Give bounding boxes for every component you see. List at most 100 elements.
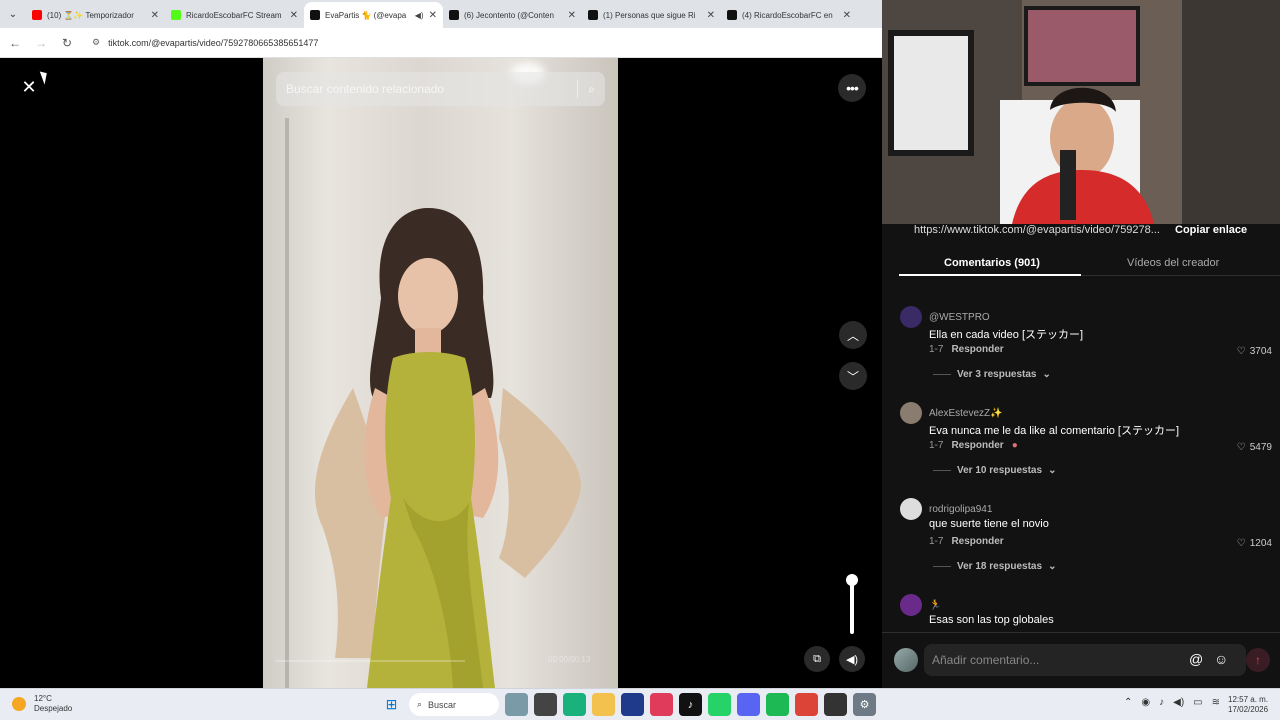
comment-text: Eva nunca me le da like al comentario [ス…: [929, 425, 1180, 437]
browser-tab[interactable]: (6) Jecontento (@Conten ✕: [443, 2, 582, 28]
browser-tab[interactable]: (4) RicardoEscobarFC en ✕: [721, 2, 857, 28]
settings-gear-icon[interactable]: ⚙: [853, 693, 876, 716]
browser-tab[interactable]: (1) Personas que sigue Ri ✕: [582, 2, 721, 28]
comment-list[interactable]: @WESTPRO Ella en cada video [ステッカー] 1-7 …: [882, 294, 1280, 632]
video-player[interactable]: [263, 58, 618, 688]
widgets-icon[interactable]: [505, 693, 528, 716]
display-icon[interactable]: ▭: [1193, 697, 1202, 708]
tiktok-icon: [310, 10, 320, 20]
tab-close-icon[interactable]: ✕: [568, 10, 576, 21]
emoji-icon[interactable]: ☺: [1214, 651, 1228, 667]
comment-username[interactable]: rodrigolipa941: [929, 504, 992, 515]
comment-username[interactable]: AlexEstevezZ✨: [929, 408, 1003, 419]
taskbar-search[interactable]: ⌕ Buscar: [409, 693, 499, 716]
avatar[interactable]: [894, 648, 918, 672]
view-replies-button[interactable]: Ver 18 respuestas ⌄: [933, 561, 1056, 572]
wifi-icon[interactable]: ≋: [1212, 697, 1220, 708]
comment-input-row: Añadir comentario... @ ☺ ↑: [882, 632, 1280, 688]
chevron-up-icon[interactable]: ⌃: [1124, 697, 1132, 708]
comment-date: 1-7: [929, 536, 944, 547]
like-button[interactable]: ♡ 1204: [1237, 538, 1272, 549]
next-video-chevron-down-icon[interactable]: ﹀: [839, 362, 867, 390]
site-info-icon[interactable]: ⚙: [92, 37, 100, 48]
volume-slider[interactable]: [846, 574, 858, 634]
copy-link-button[interactable]: Copiar enlace: [1175, 224, 1247, 236]
network-icon[interactable]: ◉: [1141, 697, 1150, 708]
more-options-icon[interactable]: •••: [838, 74, 866, 102]
reload-icon[interactable]: ↻: [58, 34, 76, 52]
like-button[interactable]: ♡ 3704: [1237, 346, 1272, 357]
video-link[interactable]: https://www.tiktok.com/@evapartis/video/…: [914, 224, 1164, 236]
view-replies-label: Ver 18 respuestas: [957, 561, 1043, 572]
panel-tabs: Comentarios (901) Vídeos del creador: [899, 250, 1280, 276]
heart-icon: ♡: [1236, 442, 1246, 453]
volume-knob[interactable]: [846, 574, 858, 586]
search-icon[interactable]: ⌕: [588, 82, 595, 97]
windows-start-icon[interactable]: ⊞: [380, 693, 403, 716]
mention-icon[interactable]: @: [1189, 651, 1203, 667]
browser-tab-active[interactable]: EvaPartis 🐈 (@evapa ◀) ✕: [304, 2, 443, 28]
taskbar-icons: ⊞ ⌕ Buscar ♪ ⚙: [380, 693, 876, 716]
comment-input[interactable]: Añadir comentario... @ ☺: [924, 644, 1246, 676]
avatar[interactable]: [900, 498, 922, 520]
view-replies-button[interactable]: Ver 10 respuestas ⌄: [933, 465, 1056, 476]
tab-creator-videos[interactable]: Vídeos del creador: [1127, 257, 1219, 269]
avatar[interactable]: [900, 402, 922, 424]
taskbar-clock[interactable]: 12:57 a. m. 17/02/2026: [1228, 695, 1268, 715]
speaker-icon[interactable]: ◀): [839, 646, 865, 672]
webcam-image: [882, 0, 1280, 224]
chrome-icon[interactable]: [795, 693, 818, 716]
tab-title: RicardoEscobarFC Stream: [186, 10, 282, 20]
tab-audio-icon[interactable]: ◀): [415, 11, 424, 20]
tab-close-icon[interactable]: ✕: [707, 10, 715, 21]
chevron-down-icon: ⌄: [1048, 465, 1057, 476]
whatsapp-icon[interactable]: [708, 693, 731, 716]
send-arrow-icon[interactable]: ↑: [1246, 648, 1270, 672]
avatar[interactable]: [900, 306, 922, 328]
tab-close-icon[interactable]: ✕: [151, 10, 159, 21]
tab-comments[interactable]: Comentarios (901): [944, 257, 1040, 269]
file-explorer-icon[interactable]: [592, 693, 615, 716]
forward-arrow-icon[interactable]: →: [32, 34, 50, 52]
url-text: tiktok.com/@evapartis/video/759278066538…: [108, 37, 319, 48]
back-arrow-icon[interactable]: ←: [6, 34, 24, 52]
app-icon[interactable]: [824, 693, 847, 716]
microphone-icon[interactable]: ♪: [1159, 697, 1164, 708]
browser-tab[interactable]: (10) ⏳✨ Temporizador ✕: [26, 2, 165, 28]
reply-button[interactable]: Responder: [951, 536, 1003, 547]
tab-search-chevron-icon[interactable]: ⌄: [0, 0, 26, 28]
related-content-search-input[interactable]: Buscar contenido relacionado ⌕: [276, 72, 605, 106]
weather-text: 12°C Despejado: [34, 694, 72, 714]
close-icon[interactable]: ✕: [17, 75, 41, 99]
spotify-icon[interactable]: [766, 693, 789, 716]
weather-widget[interactable]: 12°C Despejado: [12, 694, 72, 714]
comment-username[interactable]: 🏃: [929, 600, 941, 611]
discord-icon[interactable]: [737, 693, 760, 716]
tab-close-icon[interactable]: ✕: [290, 10, 298, 21]
avatar[interactable]: [900, 594, 922, 616]
like-button[interactable]: ♡ 5479: [1237, 442, 1272, 453]
comments-panel: https://www.tiktok.com/@evapartis/video/…: [882, 224, 1280, 688]
tiktok-icon[interactable]: ♪: [679, 693, 702, 716]
task-view-icon[interactable]: [534, 693, 557, 716]
address-bar[interactable]: ⚙ tiktok.com/@evapartis/video/7592780665…: [84, 32, 326, 54]
photos-app-icon[interactable]: [650, 693, 673, 716]
tab-close-icon[interactable]: ✕: [843, 10, 851, 21]
creator-liked-icon: ●: [1011, 440, 1018, 451]
screen: ⌄ (10) ⏳✨ Temporizador ✕ RicardoEscobarF…: [0, 0, 1280, 720]
search-divider: [577, 80, 579, 98]
video-progress-bar[interactable]: [275, 660, 465, 662]
comment-username[interactable]: @WESTPRO: [929, 312, 990, 323]
picture-in-picture-icon[interactable]: ⧉: [804, 646, 830, 672]
browser-tab[interactable]: RicardoEscobarFC Stream ✕: [165, 2, 304, 28]
reply-button[interactable]: Responder: [951, 440, 1003, 451]
copilot-icon[interactable]: [563, 693, 586, 716]
tab-close-icon[interactable]: ✕: [429, 10, 437, 21]
volume-icon[interactable]: ◀): [1173, 697, 1184, 708]
previous-video-chevron-up-icon[interactable]: ︿: [839, 321, 867, 349]
view-replies-button[interactable]: Ver 3 respuestas ⌄: [933, 369, 1051, 380]
store-icon[interactable]: [621, 693, 644, 716]
x-icon: [588, 10, 598, 20]
reply-button[interactable]: Responder: [951, 344, 1003, 355]
browser-toolbar: ← → ↻ ⚙ tiktok.com/@evapartis/video/7592…: [0, 28, 882, 58]
